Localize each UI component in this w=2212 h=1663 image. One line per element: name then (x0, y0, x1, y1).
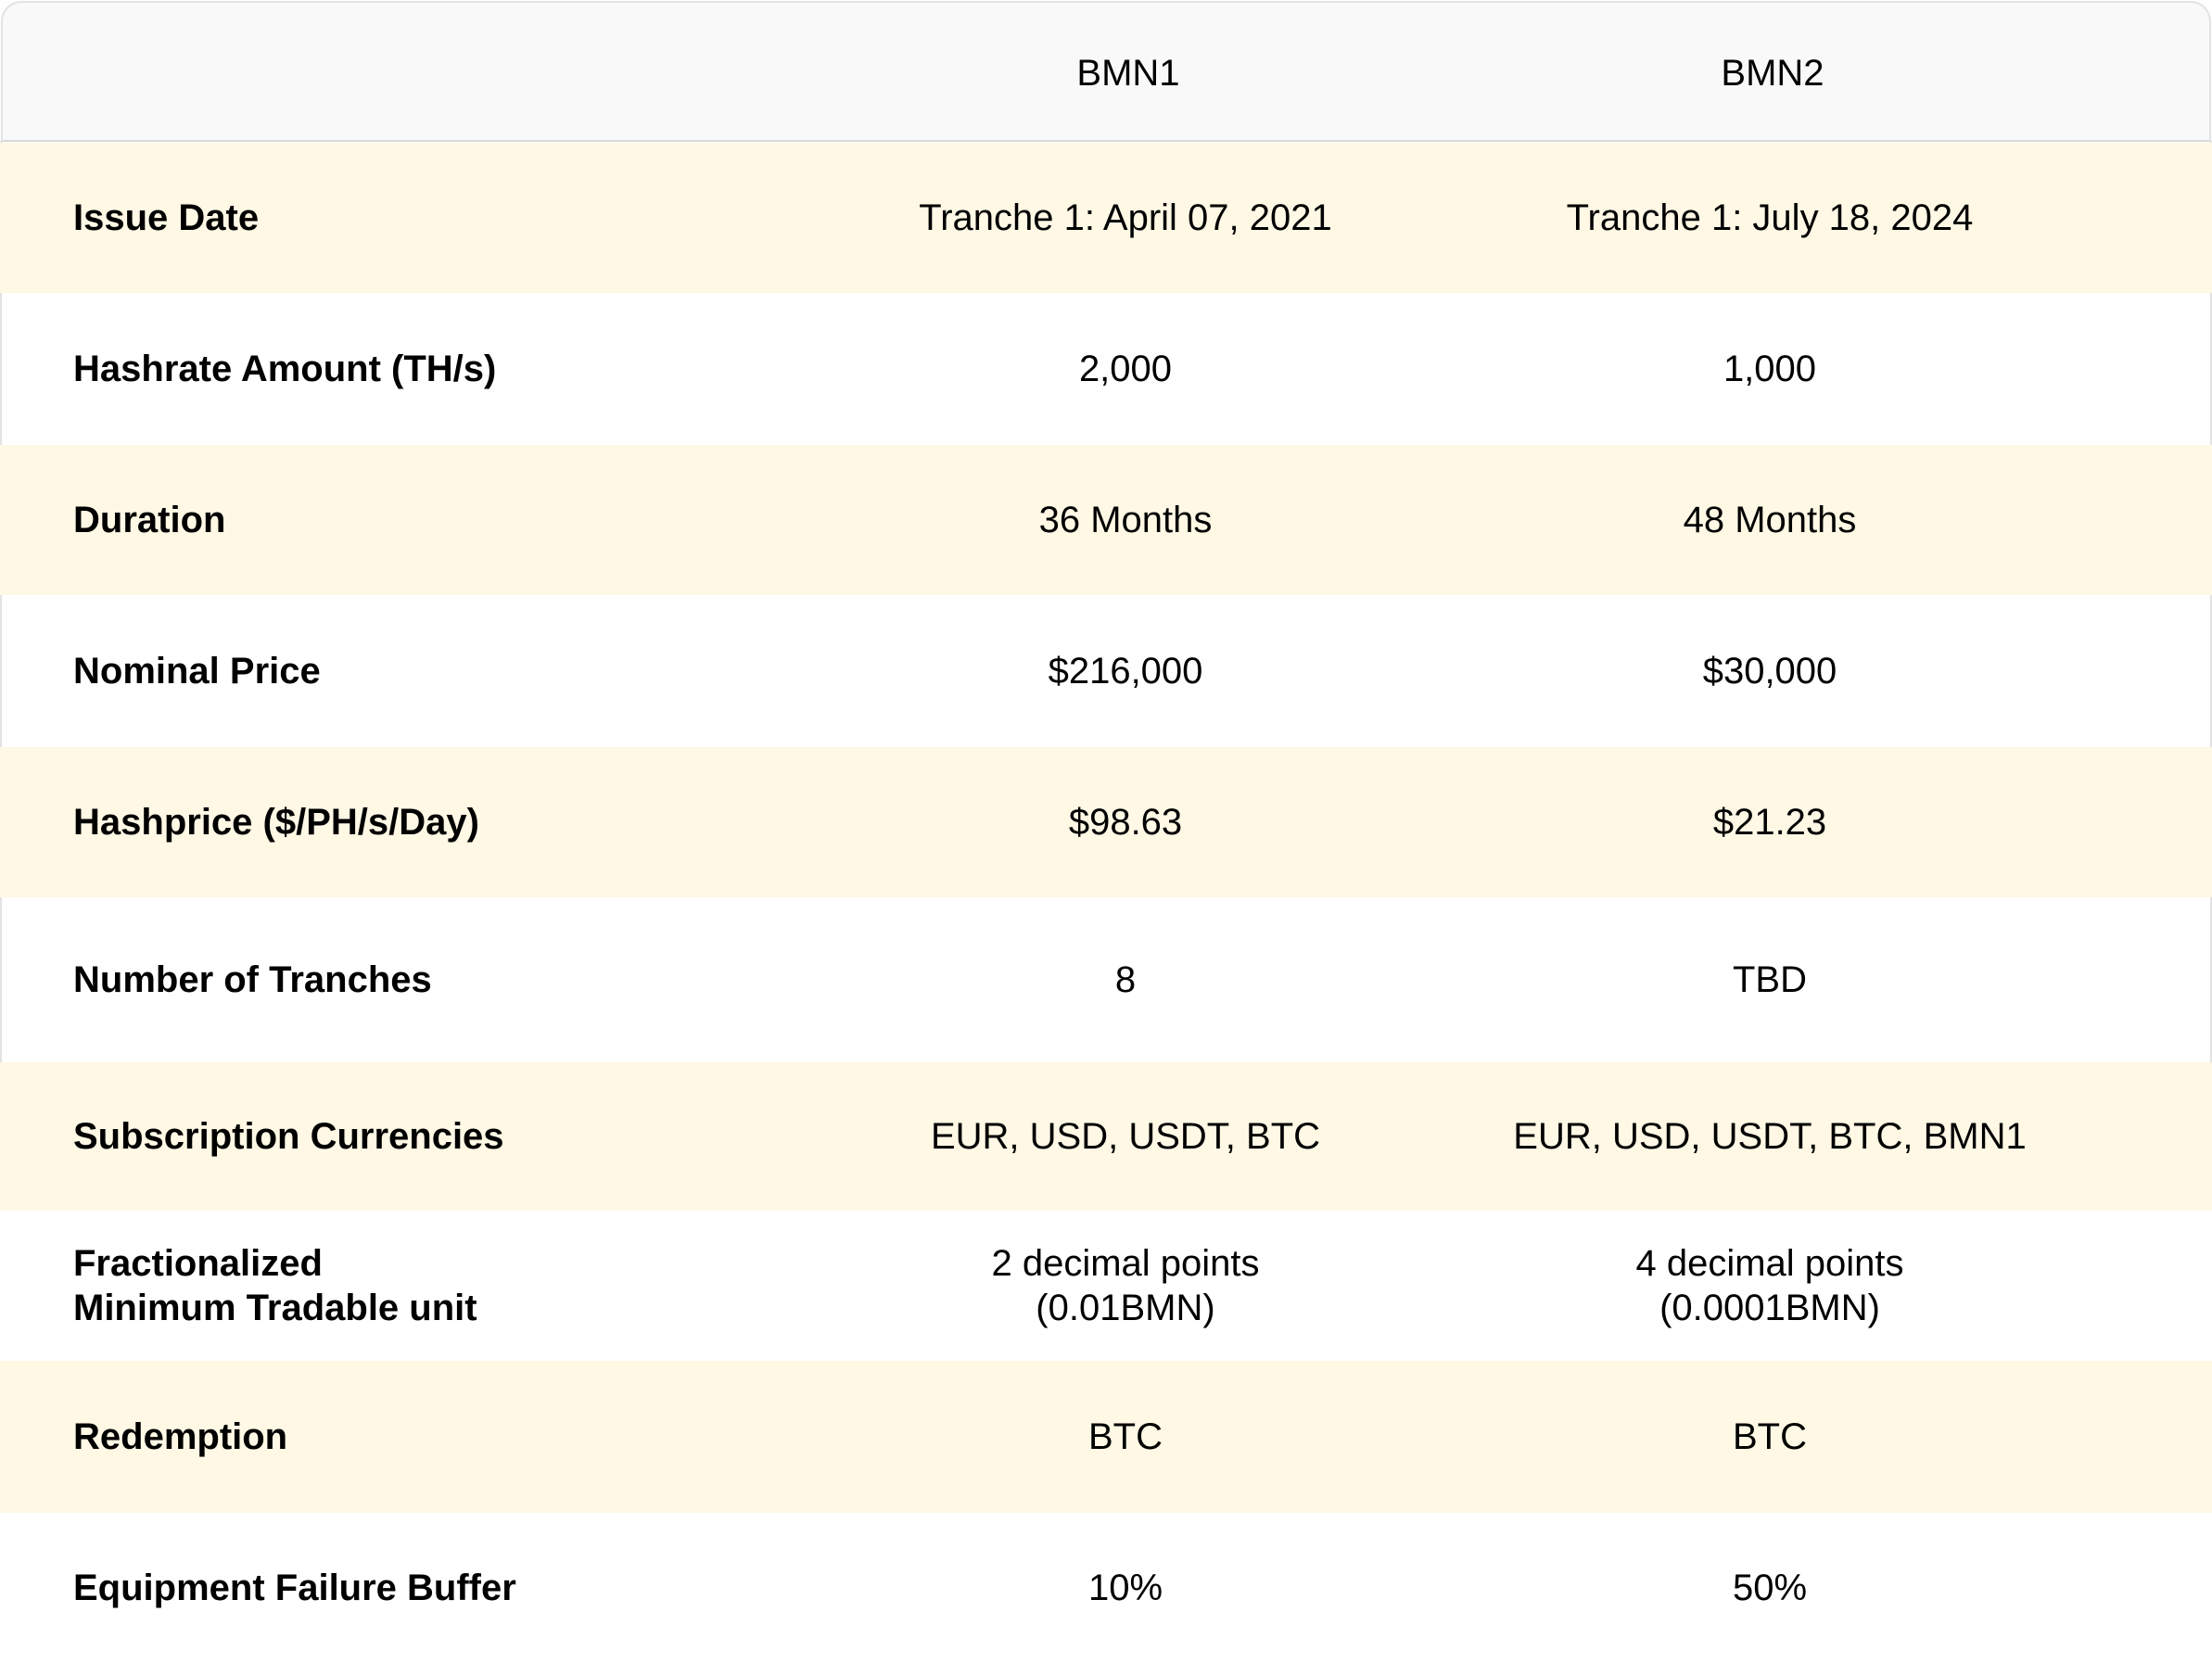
column-header-bmn1: BMN1 (1076, 53, 1180, 94)
cell-bmn1-line: Tranche 1: April 07, 2021 (919, 197, 1332, 238)
cell-bmn2: 50% (1445, 1513, 2094, 1663)
row-label: Hashprice ($/PH/s/Day) (73, 747, 479, 897)
cell-bmn2-line: 4 decimal points (1635, 1243, 1904, 1284)
cell-bmn2-line: $30,000 (1702, 651, 1837, 692)
cell-bmn2-line: 50% (1732, 1568, 1808, 1608)
cell-bmn1-line: 8 (1114, 959, 1137, 1000)
row-label-text: Nominal Price (73, 649, 321, 693)
row-label-text: Equipment Failure Buffer (73, 1566, 516, 1610)
row-label-line: Number of Tranches (73, 959, 432, 1000)
table-row: Hashrate Amount (TH/s) 2,000 1,000 (0, 293, 2212, 445)
row-label: Equipment Failure Buffer (73, 1513, 516, 1663)
row-label-line: Fractionalized (73, 1243, 323, 1284)
cell-bmn1-line: (0.01BMN) (1036, 1288, 1215, 1328)
cell-bmn1-line: EUR, USD, USDT, BTC (930, 1116, 1321, 1157)
cell-bmn2-line: 1,000 (1723, 349, 1817, 389)
cell-bmn1-line: BTC (1088, 1416, 1163, 1457)
row-label: Issue Date (73, 143, 259, 293)
table-row: Fractionalized Minimum Tradable unit 2 dec… (0, 1211, 2212, 1361)
row-label: Number of Tranches (73, 897, 432, 1062)
cell-bmn2-line: EUR, USD, USDT, BTC, BMN1 (1513, 1116, 2027, 1157)
row-label: Duration (73, 445, 225, 595)
row-label-line: Issue Date (73, 197, 260, 238)
cell-bmn2-line: $21.23 (1712, 802, 1827, 843)
cell-bmn2-line: Tranche 1: July 18, 2024 (1566, 197, 1974, 238)
row-label: Nominal Price (73, 595, 321, 747)
cell-bmn2: $30,000 (1445, 595, 2094, 747)
cell-bmn1: $98.63 (801, 747, 1450, 897)
cell-bmn2-line: BTC (1733, 1416, 1807, 1457)
cell-bmn1: $216,000 (801, 595, 1450, 747)
table-row: Number of Tranches 8 TBD (0, 897, 2212, 1062)
cell-bmn1-line: 2 decimal points (991, 1243, 1260, 1284)
row-label-line: Duration (73, 500, 226, 540)
cell-bmn1-line: $216,000 (1048, 651, 1203, 692)
cell-bmn1: 2,000 (801, 293, 1450, 445)
cell-bmn2: 1,000 (1445, 293, 2094, 445)
comparison-table: BMN1 BMN2 Issue Date Tranche 1: April 07,… (0, 0, 2212, 1663)
cell-bmn1-line: 2,000 (1078, 349, 1173, 389)
row-label-text: Subscription Currencies (73, 1114, 504, 1159)
cell-bmn2: EUR, USD, USDT, BTC, BMN1 (1445, 1062, 2094, 1211)
row-label-text: Hashrate Amount (TH/s) (73, 347, 496, 391)
table-row: Issue Date Tranche 1: April 07, 2021 Tranc… (0, 143, 2212, 293)
table-row: Redemption BTC BTC (0, 1361, 2212, 1513)
row-label-text: Number of Tranches (73, 958, 432, 1002)
cell-bmn2-line: 48 Months (1683, 500, 1857, 540)
cell-bmn1-line: 36 Months (1038, 500, 1213, 540)
column-header-label (40, 3, 689, 144)
cell-bmn1: BTC (801, 1361, 1450, 1513)
table-row: Hashprice ($/PH/s/Day) $98.63 $21.23 (0, 747, 2212, 897)
row-label-text: Hashprice ($/PH/s/Day) (73, 800, 479, 844)
row-label-line: Equipment Failure Buffer (73, 1568, 516, 1608)
cell-bmn1-line: $98.63 (1068, 802, 1183, 843)
cell-bmn1-line: 10% (1087, 1568, 1163, 1608)
cell-bmn1: Tranche 1: April 07, 2021 (801, 143, 1450, 293)
cell-bmn1: 36 Months (801, 445, 1450, 595)
cell-bmn2-line: TBD (1733, 959, 1807, 1000)
row-label-text: Redemption (73, 1415, 287, 1459)
cell-bmn2: Tranche 1: July 18, 2024 (1445, 143, 2094, 293)
row-label-line: Subscription Currencies (73, 1116, 504, 1157)
row-label-text: Duration (73, 498, 225, 542)
row-label: Subscription Currencies (73, 1062, 504, 1211)
row-label: Redemption (73, 1361, 287, 1513)
table-row: Duration 36 Months 48 Months (0, 445, 2212, 595)
cell-bmn1: EUR, USD, USDT, BTC (801, 1062, 1450, 1211)
row-label-text: Issue Date (73, 196, 259, 240)
cell-bmn2-line: (0.0001BMN) (1659, 1288, 1880, 1328)
cell-bmn2: 4 decimal points (0.0001BMN) (1445, 1211, 2094, 1361)
cell-bmn2: $21.23 (1445, 747, 2094, 897)
cell-bmn2: BTC (1445, 1361, 2094, 1513)
row-label-line: Hashprice ($/PH/s/Day) (73, 802, 479, 843)
table-row: Equipment Failure Buffer 10% 50% (0, 1513, 2212, 1663)
table-row: Subscription Currencies EUR, USD, USDT, B… (0, 1062, 2212, 1211)
row-label: Hashrate Amount (TH/s) (73, 293, 496, 445)
table-row: Nominal Price $216,000 $30,000 (0, 595, 2212, 747)
row-label-line: Minimum Tradable unit (73, 1288, 477, 1328)
cell-bmn2: 48 Months (1445, 445, 2094, 595)
cell-bmn1: 2 decimal points (0.01BMN) (801, 1211, 1450, 1361)
row-label-line: Hashrate Amount (TH/s) (73, 349, 497, 389)
column-header-bmn2: BMN2 (1721, 53, 1824, 94)
cell-bmn2: TBD (1445, 897, 2094, 1062)
row-label-line: Redemption (73, 1416, 288, 1457)
row-label: Fractionalized Minimum Tradable unit (73, 1211, 477, 1361)
cell-bmn1: 10% (801, 1513, 1450, 1663)
row-label-line: Nominal Price (73, 651, 321, 692)
row-label-text: Fractionalized Minimum Tradable unit (73, 1241, 477, 1330)
table-header: BMN1 BMN2 (1, 1, 2211, 142)
cell-bmn1: 8 (801, 897, 1450, 1062)
